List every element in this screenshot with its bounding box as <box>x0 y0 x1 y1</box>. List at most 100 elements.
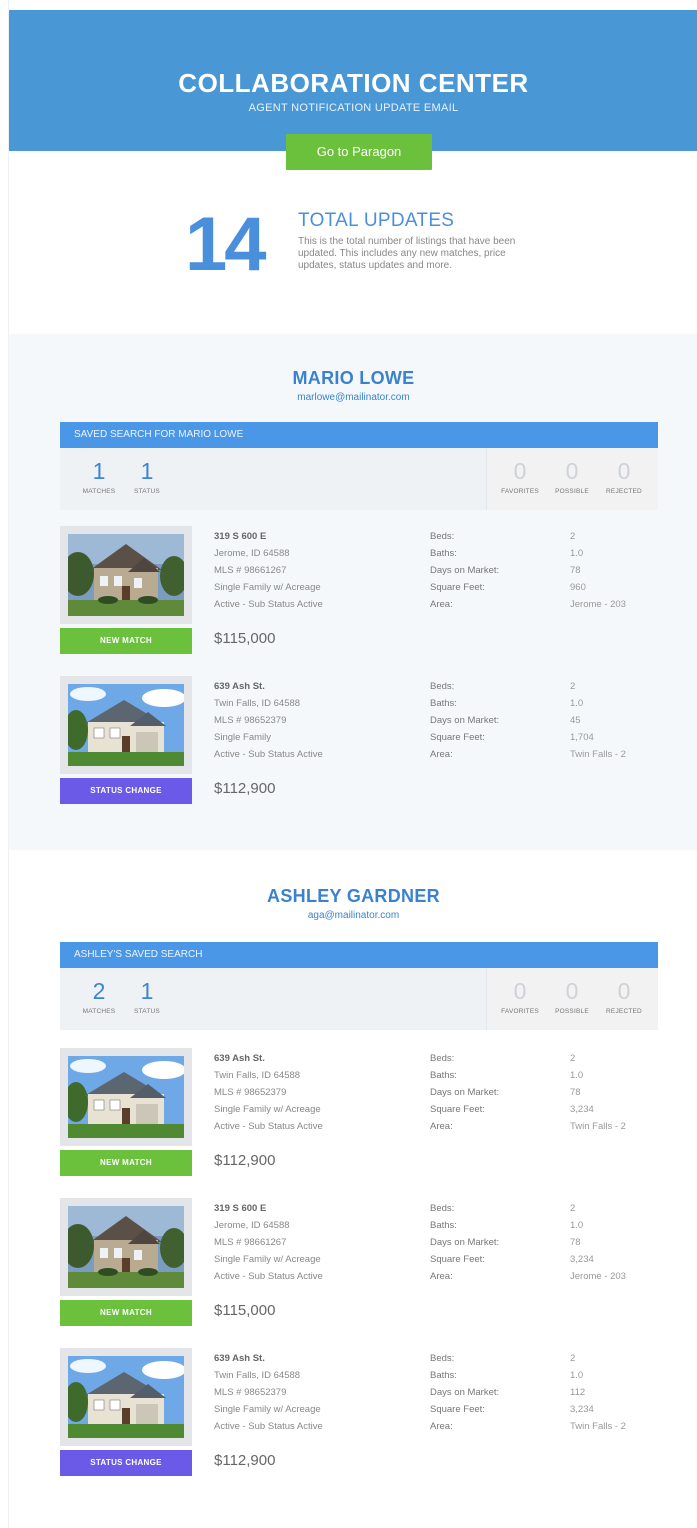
listing-badge[interactable]: NEW MATCH <box>60 1150 192 1176</box>
listing-address[interactable]: 639 Ash St. <box>214 1050 414 1067</box>
area-label: Area: <box>430 1421 453 1432</box>
days-value: 78 <box>570 1237 581 1248</box>
days-value: 112 <box>570 1387 586 1398</box>
listing-info: 319 S 600 E Jerome, ID 64588 MLS # 98661… <box>214 1200 414 1285</box>
rejected-label: REJECTED <box>606 488 642 495</box>
agent-email[interactable]: aga@mailinator.com <box>9 910 697 921</box>
listing-info: 639 Ash St. Twin Falls, ID 64588 MLS # 9… <box>214 1050 414 1135</box>
beds-label: Beds: <box>430 1353 455 1364</box>
baths-label: Baths: <box>430 548 457 559</box>
listing-mls: MLS # 98661267 <box>214 1237 287 1248</box>
area-label: Area: <box>430 749 453 760</box>
baths-value: 1.0 <box>570 548 584 559</box>
listing-card[interactable]: STATUS CHANGE 639 Ash St. Twin Falls, ID… <box>60 676 658 816</box>
listing-photo[interactable] <box>60 1198 192 1296</box>
possible-stat: 0 POSSIBLE <box>549 458 595 495</box>
favorites-stat: 0 FAVORITES <box>497 458 543 495</box>
listing-photo[interactable] <box>60 1348 192 1446</box>
area-value: Twin Falls - 2 <box>570 1121 626 1132</box>
listing-badge[interactable]: NEW MATCH <box>60 628 192 654</box>
baths-label: Baths: <box>430 1220 457 1231</box>
matches-label: MATCHES <box>82 1008 116 1015</box>
agent-email[interactable]: marlowe@mailinator.com <box>9 392 697 403</box>
rejected-stat: 0 REJECTED <box>601 978 647 1015</box>
listing-city: Jerome, ID 64588 <box>214 1220 290 1231</box>
matches-count: 2 <box>92 978 106 1004</box>
listing-mls: MLS # 98652379 <box>214 1087 287 1098</box>
listing-type: Single Family w/ Acreage <box>214 582 321 593</box>
listing-details: Beds: 2 Baths: 1.0 Days on Market: 112 Squa… <box>430 1350 660 1435</box>
days-label: Days on Market: <box>430 1237 500 1248</box>
favorites-count: 0 <box>513 978 527 1004</box>
listing-price: $112,900 <box>214 780 276 797</box>
listing-card[interactable]: NEW MATCH 639 Ash St. Twin Falls, ID 645… <box>60 1048 658 1188</box>
matches-stat: 2 MATCHES <box>80 978 118 1015</box>
listing-price: $115,000 <box>214 630 276 647</box>
listing-details: Beds: 2 Baths: 1.0 Days on Market: 78 Squar… <box>430 528 660 613</box>
total-updates-title: TOTAL UPDATES <box>298 210 455 231</box>
possible-count: 0 <box>565 458 579 484</box>
total-updates-count: 14 <box>185 202 267 287</box>
listing-badge[interactable]: STATUS CHANGE <box>60 778 192 804</box>
matches-count: 1 <box>92 458 106 484</box>
house-photo-stone <box>68 534 184 616</box>
saved-search-bar[interactable]: ASHLEY'S SAVED SEARCH <box>60 942 658 968</box>
listing-info: 639 Ash St. Twin Falls, ID 64588 MLS # 9… <box>214 678 414 763</box>
days-label: Days on Market: <box>430 1087 500 1098</box>
agent-section: ASHLEY GARDNER aga@mailinator.com ASHLEY… <box>9 850 697 1528</box>
listing-address[interactable]: 319 S 600 E <box>214 528 414 545</box>
beds-label: Beds: <box>430 1053 455 1064</box>
listing-address[interactable]: 319 S 600 E <box>214 1200 414 1217</box>
baths-value: 1.0 <box>570 1370 584 1381</box>
possible-count: 0 <box>565 978 579 1004</box>
sqft-label: Square Feet: <box>430 1104 485 1115</box>
sqft-value: 3,234 <box>570 1104 594 1115</box>
listing-info: 639 Ash St. Twin Falls, ID 64588 MLS # 9… <box>214 1350 414 1435</box>
listing-address[interactable]: 639 Ash St. <box>214 1350 414 1367</box>
listing-address[interactable]: 639 Ash St. <box>214 678 414 695</box>
stats-panel: 1 MATCHES 1 STATUS 0 FAVORITES 0 POSSIBL… <box>60 448 658 510</box>
listing-badge[interactable]: STATUS CHANGE <box>60 1450 192 1476</box>
matches-label: MATCHES <box>82 488 116 495</box>
listing-photo[interactable] <box>60 1048 192 1146</box>
status-label: STATUS <box>134 488 160 495</box>
possible-stat: 0 POSSIBLE <box>549 978 595 1015</box>
listing-card[interactable]: NEW MATCH 319 S 600 E Jerome, ID 64588 M… <box>60 526 658 666</box>
listing-price: $112,900 <box>214 1152 276 1169</box>
days-label: Days on Market: <box>430 715 500 726</box>
listing-mls: MLS # 98661267 <box>214 565 287 576</box>
house-photo-stone <box>68 1206 184 1288</box>
baths-value: 1.0 <box>570 1220 584 1231</box>
feedback-stats: 0 FAVORITES 0 POSSIBLE 0 REJECTED <box>486 448 658 510</box>
favorites-count: 0 <box>513 458 527 484</box>
listing-photo[interactable] <box>60 526 192 624</box>
sqft-label: Square Feet: <box>430 732 485 743</box>
area-value: Jerome - 203 <box>570 599 626 610</box>
listing-photo[interactable] <box>60 676 192 774</box>
go-to-paragon-button[interactable]: Go to Paragon <box>286 134 432 170</box>
area-value: Jerome - 203 <box>570 1271 626 1282</box>
days-label: Days on Market: <box>430 565 500 576</box>
beds-value: 2 <box>570 681 576 692</box>
baths-value: 1.0 <box>570 698 584 709</box>
beds-value: 2 <box>570 1353 576 1364</box>
listing-mls: MLS # 98652379 <box>214 1387 287 1398</box>
listing-card[interactable]: STATUS CHANGE 639 Ash St. Twin Falls, ID… <box>60 1348 658 1488</box>
listing-card[interactable]: NEW MATCH 319 S 600 E Jerome, ID 64588 M… <box>60 1198 658 1338</box>
listing-details: Beds: 2 Baths: 1.0 Days on Market: 45 Squar… <box>430 678 660 763</box>
house-photo-suburban <box>68 1356 184 1438</box>
days-value: 78 <box>570 1087 581 1098</box>
listing-mls: MLS # 98652379 <box>214 715 287 726</box>
beds-value: 2 <box>570 1203 576 1214</box>
listing-badge[interactable]: NEW MATCH <box>60 1300 192 1326</box>
agent-name: MARIO LOWE <box>292 368 415 388</box>
listing-price: $115,000 <box>214 1302 276 1319</box>
status-count: 1 <box>140 458 154 484</box>
listing-type: Single Family w/ Acreage <box>214 1254 321 1265</box>
days-value: 45 <box>570 715 581 726</box>
listing-details: Beds: 2 Baths: 1.0 Days on Market: 78 Squar… <box>430 1200 660 1285</box>
saved-search-bar[interactable]: SAVED SEARCH FOR MARIO LOWE <box>60 422 658 448</box>
page-subtitle: AGENT NOTIFICATION UPDATE EMAIL <box>248 102 459 114</box>
status-label: STATUS <box>134 1008 160 1015</box>
days-value: 78 <box>570 565 581 576</box>
